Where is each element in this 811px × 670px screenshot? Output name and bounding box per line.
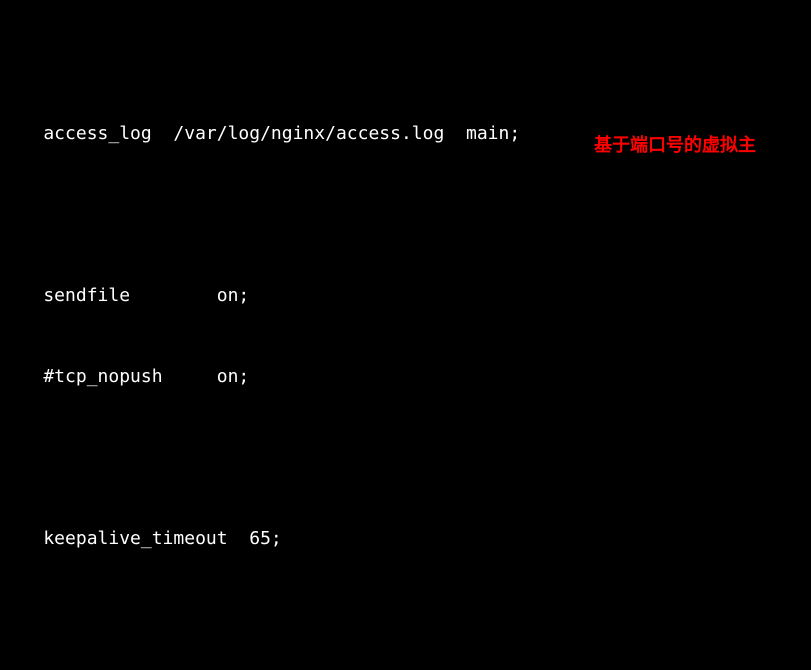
code-line: sendfile on; <box>0 282 811 309</box>
code-line: keepalive_timeout 65; <box>0 525 811 552</box>
code-line: #tcp_nopush on; <box>0 363 811 390</box>
code-line <box>0 444 811 471</box>
code-line <box>0 606 811 633</box>
terminal-code-view[interactable]: 基于端口号的虚拟主 access_log /var/log/nginx/acce… <box>0 0 811 670</box>
code-line <box>0 201 811 228</box>
annotation-label: 基于端口号的虚拟主 <box>594 132 756 159</box>
